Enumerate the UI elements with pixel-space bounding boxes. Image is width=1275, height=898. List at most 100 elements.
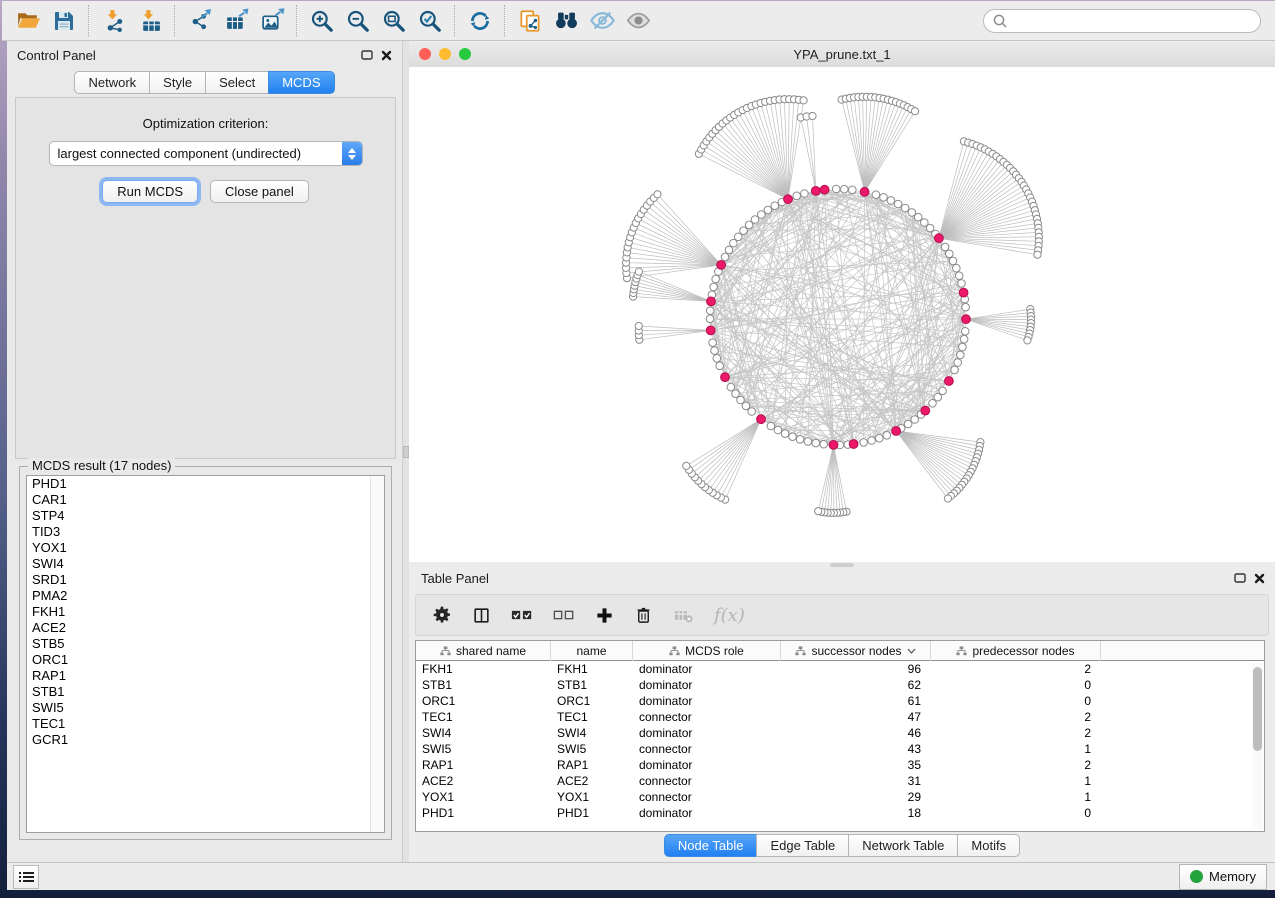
table-row[interactable]: RAP1RAP1dominator352 (416, 757, 1264, 773)
network-node[interactable] (887, 197, 895, 205)
mcds-dominator-node[interactable] (706, 326, 715, 335)
close-panel-icon[interactable] (1254, 573, 1265, 584)
network-node[interactable] (709, 339, 717, 347)
mcds-result-item[interactable]: SWI5 (27, 700, 384, 716)
tab-mcds[interactable]: MCDS (268, 71, 334, 94)
zoom-fit-button[interactable] (376, 5, 412, 37)
network-node[interactable] (712, 275, 720, 283)
network-node[interactable] (771, 202, 779, 210)
mcds-dominator-node[interactable] (962, 315, 971, 324)
save-session-button[interactable] (46, 5, 82, 37)
network-node[interactable] (751, 216, 759, 224)
search-box[interactable] (983, 9, 1261, 33)
network-node[interactable] (710, 283, 718, 291)
network-node[interactable] (959, 343, 967, 351)
mcds-result-item[interactable]: SWI4 (27, 556, 384, 572)
network-node[interactable] (955, 272, 963, 280)
network-leaf-node[interactable] (800, 97, 807, 104)
mcds-result-item[interactable]: CAR1 (27, 492, 384, 508)
table-row[interactable]: SWI4SWI4dominator462 (416, 725, 1264, 741)
tab-select[interactable]: Select (205, 71, 268, 94)
deselect-all-rows-button[interactable] (553, 607, 575, 623)
network-node[interactable] (960, 335, 968, 343)
network-node[interactable] (730, 239, 738, 247)
column-header-name[interactable]: name (551, 641, 633, 661)
network-node[interactable] (706, 315, 714, 323)
mcds-result-item[interactable]: PMA2 (27, 588, 384, 604)
network-node[interactable] (758, 211, 766, 219)
table-scrollbar[interactable] (1252, 663, 1263, 829)
apply-layout-button[interactable] (462, 5, 498, 37)
network-leaf-node[interactable] (683, 462, 690, 469)
network-node[interactable] (748, 408, 756, 416)
mcds-dominator-node[interactable] (707, 297, 716, 306)
mcds-dominator-node[interactable] (945, 377, 954, 386)
mcds-result-item[interactable]: ORC1 (27, 652, 384, 668)
network-node[interactable] (796, 436, 804, 444)
zoom-out-button[interactable] (340, 5, 376, 37)
first-neighbors-button[interactable] (548, 5, 584, 37)
network-node[interactable] (939, 387, 947, 395)
mcds-dominator-node[interactable] (829, 441, 838, 450)
table-row[interactable]: ACE2ACE2connector311 (416, 773, 1264, 789)
mcds-result-item[interactable]: PHD1 (27, 476, 384, 492)
network-node[interactable] (849, 186, 857, 194)
float-panel-icon[interactable] (361, 50, 373, 60)
network-node[interactable] (860, 439, 868, 447)
network-node[interactable] (764, 206, 772, 214)
network-leaf-node[interactable] (1024, 337, 1031, 344)
mcds-dominator-node[interactable] (820, 185, 829, 194)
network-node[interactable] (711, 347, 719, 355)
network-leaf-node[interactable] (654, 191, 661, 198)
clone-network-button[interactable] (512, 5, 548, 37)
network-node[interactable] (880, 194, 888, 202)
network-node[interactable] (774, 426, 782, 434)
table-row[interactable]: STB1STB1dominator620 (416, 677, 1264, 693)
network-node[interactable] (954, 359, 962, 367)
network-node[interactable] (908, 209, 916, 217)
network-node[interactable] (713, 355, 721, 363)
mcds-result-item[interactable]: GCR1 (27, 732, 384, 748)
network-node[interactable] (949, 257, 957, 265)
mcds-result-item[interactable]: TID3 (27, 524, 384, 540)
mcds-dominator-node[interactable] (860, 187, 869, 196)
mcds-dominator-node[interactable] (717, 261, 726, 270)
network-node[interactable] (901, 204, 909, 212)
network-node[interactable] (872, 191, 880, 199)
mcds-dominator-node[interactable] (935, 234, 944, 243)
network-node[interactable] (958, 280, 966, 288)
node-table[interactable]: shared namenameMCDS rolesuccessor nodesp… (415, 640, 1265, 832)
table-row[interactable]: PHD1PHD1dominator180 (416, 805, 1264, 821)
mcds-dominator-node[interactable] (784, 195, 793, 204)
network-node[interactable] (820, 440, 828, 448)
network-node[interactable] (732, 390, 740, 398)
toggle-columns-button[interactable] (472, 606, 491, 625)
mcds-result-item[interactable]: RAP1 (27, 668, 384, 684)
close-panel-icon[interactable] (381, 50, 392, 61)
memory-button[interactable]: Memory (1179, 864, 1267, 890)
mcds-result-item[interactable]: STP4 (27, 508, 384, 524)
network-leaf-node[interactable] (944, 495, 951, 502)
network-node[interactable] (946, 250, 954, 258)
network-leaf-node[interactable] (635, 268, 642, 275)
table-row[interactable]: FKH1FKH1dominator962 (416, 661, 1264, 677)
panel-menu-button[interactable] (13, 865, 39, 889)
network-leaf-node[interactable] (1034, 251, 1041, 258)
network-node[interactable] (876, 434, 884, 442)
network-leaf-node[interactable] (809, 112, 816, 119)
network-node[interactable] (781, 430, 789, 438)
export-image-button[interactable] (254, 5, 290, 37)
network-node[interactable] (716, 362, 724, 370)
network-canvas[interactable] (409, 67, 1275, 562)
column-header-predecessor-nodes[interactable]: predecessor nodes (931, 641, 1101, 661)
network-node[interactable] (793, 192, 801, 200)
network-node[interactable] (934, 393, 942, 401)
network-node[interactable] (929, 400, 937, 408)
mcds-dominator-node[interactable] (892, 427, 901, 436)
network-node[interactable] (727, 383, 735, 391)
mcds-dominator-node[interactable] (757, 415, 766, 424)
network-node[interactable] (904, 420, 912, 428)
network-node[interactable] (801, 190, 809, 198)
network-leaf-node[interactable] (911, 108, 918, 115)
criterion-select[interactable]: largest connected component (undirected) (49, 141, 363, 166)
